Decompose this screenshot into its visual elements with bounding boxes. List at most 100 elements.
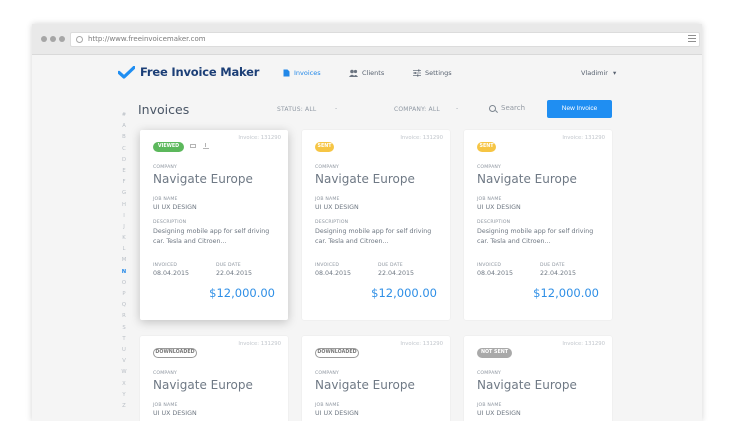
alphabet-letter[interactable]: J xyxy=(120,222,128,233)
status-badge: DOWNLOADED xyxy=(153,348,197,358)
job-label: JOB NAME xyxy=(153,197,178,202)
invoice-number: Invoice: 131290 xyxy=(562,341,605,347)
maximize-dot[interactable] xyxy=(59,36,65,42)
alphabet-letter[interactable]: Z xyxy=(120,401,128,412)
description-label: DESCRIPTION xyxy=(315,220,349,225)
status-filter[interactable]: STATUS: ALL xyxy=(277,106,316,113)
company-name: Navigate Europe xyxy=(315,172,415,186)
card-actions xyxy=(190,143,209,149)
company-name: Navigate Europe xyxy=(153,378,253,392)
status-badge: SENT xyxy=(315,142,334,152)
company-label: COMPANY xyxy=(477,371,502,376)
address-text: http://www.freeinvoicemaker.com xyxy=(88,35,206,43)
due-date: 22.04.2015 xyxy=(378,270,415,277)
job-name: UI UX DESIGN xyxy=(153,204,197,211)
alphabet-letter[interactable]: C xyxy=(120,144,128,155)
alphabet-letter[interactable]: X xyxy=(120,379,128,390)
address-bar[interactable]: http://www.freeinvoicemaker.com xyxy=(70,32,700,47)
alphabet-letter[interactable]: M xyxy=(120,255,128,266)
search-icon xyxy=(489,104,496,112)
alphabet-letter[interactable]: G xyxy=(120,188,128,199)
job-name: UI UX DESIGN xyxy=(477,204,521,211)
nav-label: Settings xyxy=(425,69,452,77)
user-menu[interactable]: Vladimir ▾ xyxy=(581,69,616,77)
nav-label: Clients xyxy=(362,69,385,77)
checkmark-logo-icon xyxy=(118,65,135,79)
new-invoice-button[interactable]: New Invoice xyxy=(547,100,612,118)
alphabet-letter[interactable]: T xyxy=(120,334,128,345)
chevron-down-icon: ▾ xyxy=(612,69,617,77)
alphabet-letter[interactable]: K xyxy=(120,233,128,244)
invoice-card[interactable]: SENT Invoice: 131290 COMPANY Navigate Eu… xyxy=(302,130,450,320)
company-label: COMPANY xyxy=(153,371,178,376)
nav-clients[interactable]: Clients xyxy=(349,69,384,77)
alphabet-letter[interactable]: Q xyxy=(120,300,128,311)
browser-menu-icon[interactable] xyxy=(688,35,696,42)
invoice-number: Invoice: 131290 xyxy=(562,135,605,141)
alphabet-letter[interactable]: H xyxy=(120,200,128,211)
user-name: Vladimir xyxy=(581,69,608,77)
alphabet-letter[interactable]: E xyxy=(120,166,128,177)
alphabet-index: # A B C D E F G H I J K L M N O P Q R S T U V W X Y Z xyxy=(120,110,128,412)
document-icon xyxy=(283,69,290,77)
invoiced-label: INVOICED xyxy=(477,263,502,268)
alphabet-letter[interactable]: O xyxy=(120,278,128,289)
invoice-card[interactable]: DOWNLOADED Invoice: 131290 COMPANY Navig… xyxy=(140,336,288,421)
alphabet-letter[interactable]: W xyxy=(120,367,128,378)
description: Designing mobile app for self driving ca… xyxy=(477,228,594,245)
company-filter-chevron-icon[interactable]: - xyxy=(456,105,458,112)
page-icon xyxy=(76,36,83,43)
close-dot[interactable] xyxy=(41,36,47,42)
nav-label: Invoices xyxy=(294,69,321,77)
alphabet-letter[interactable]: R xyxy=(120,311,128,322)
invoice-number: Invoice: 131290 xyxy=(400,135,443,141)
nav-invoices[interactable]: Invoices xyxy=(283,69,321,77)
minimize-dot[interactable] xyxy=(50,36,56,42)
alphabet-letter[interactable]: A xyxy=(120,121,128,132)
company-filter[interactable]: COMPANY: ALL xyxy=(394,106,440,113)
job-name: UI UX DESIGN xyxy=(477,410,521,417)
mail-icon[interactable] xyxy=(190,144,196,148)
due-date: 22.04.2015 xyxy=(540,270,577,277)
job-name: UI UX DESIGN xyxy=(153,410,197,417)
alphabet-letter[interactable]: B xyxy=(120,132,128,143)
alphabet-letter[interactable]: V xyxy=(120,356,128,367)
invoice-amount: $12,000.00 xyxy=(533,286,599,300)
alphabet-letter[interactable]: L xyxy=(120,244,128,255)
description: Designing mobile app for self driving ca… xyxy=(153,228,270,245)
alphabet-letter[interactable]: N xyxy=(120,267,128,278)
app-logo[interactable]: Free Invoice Maker xyxy=(118,65,259,79)
invoice-card[interactable]: NOT SENT Invoice: 131290 COMPANY Navigat… xyxy=(464,336,612,421)
alphabet-letter[interactable]: D xyxy=(120,155,128,166)
alphabet-letter[interactable]: S xyxy=(120,323,128,334)
invoiced-label: INVOICED xyxy=(153,263,178,268)
job-label: JOB NAME xyxy=(315,403,340,408)
search-field[interactable]: Search xyxy=(489,104,525,112)
description-label: DESCRIPTION xyxy=(153,220,187,225)
invoice-card[interactable]: SENT Invoice: 131290 COMPANY Navigate Eu… xyxy=(464,130,612,320)
invoice-number: Invoice: 131290 xyxy=(238,341,281,347)
alphabet-letter[interactable]: F xyxy=(120,177,128,188)
page-title: Invoices xyxy=(138,102,190,117)
alphabet-letter[interactable]: I xyxy=(120,211,128,222)
invoiced-date: 08.04.2015 xyxy=(477,270,514,277)
download-icon[interactable] xyxy=(203,143,209,149)
alphabet-letter[interactable]: Y xyxy=(120,390,128,401)
alphabet-letter[interactable]: U xyxy=(120,345,128,356)
invoice-card[interactable]: VIEWED Invoice: 131290 COMPANY Navigate … xyxy=(140,130,288,320)
job-label: JOB NAME xyxy=(477,403,502,408)
invoice-number: Invoice: 131290 xyxy=(400,341,443,347)
invoice-card[interactable]: DOWNLOADED Invoice: 131290 COMPANY Navig… xyxy=(302,336,450,421)
alphabet-letter[interactable]: # xyxy=(120,110,128,121)
status-filter-chevron-icon[interactable]: - xyxy=(335,105,337,112)
nav-settings[interactable]: Settings xyxy=(413,69,452,77)
due-label: DUE DATE xyxy=(378,263,403,268)
status-badge: DOWNLOADED xyxy=(315,348,359,358)
sliders-icon xyxy=(413,69,421,77)
invoiced-date: 08.04.2015 xyxy=(153,270,190,277)
job-label: JOB NAME xyxy=(477,197,502,202)
job-name: UI UX DESIGN xyxy=(315,204,359,211)
alphabet-letter[interactable]: P xyxy=(120,289,128,300)
job-label: JOB NAME xyxy=(153,403,178,408)
top-nav: Free Invoice Maker Invoices Clients Sett… xyxy=(32,55,702,91)
